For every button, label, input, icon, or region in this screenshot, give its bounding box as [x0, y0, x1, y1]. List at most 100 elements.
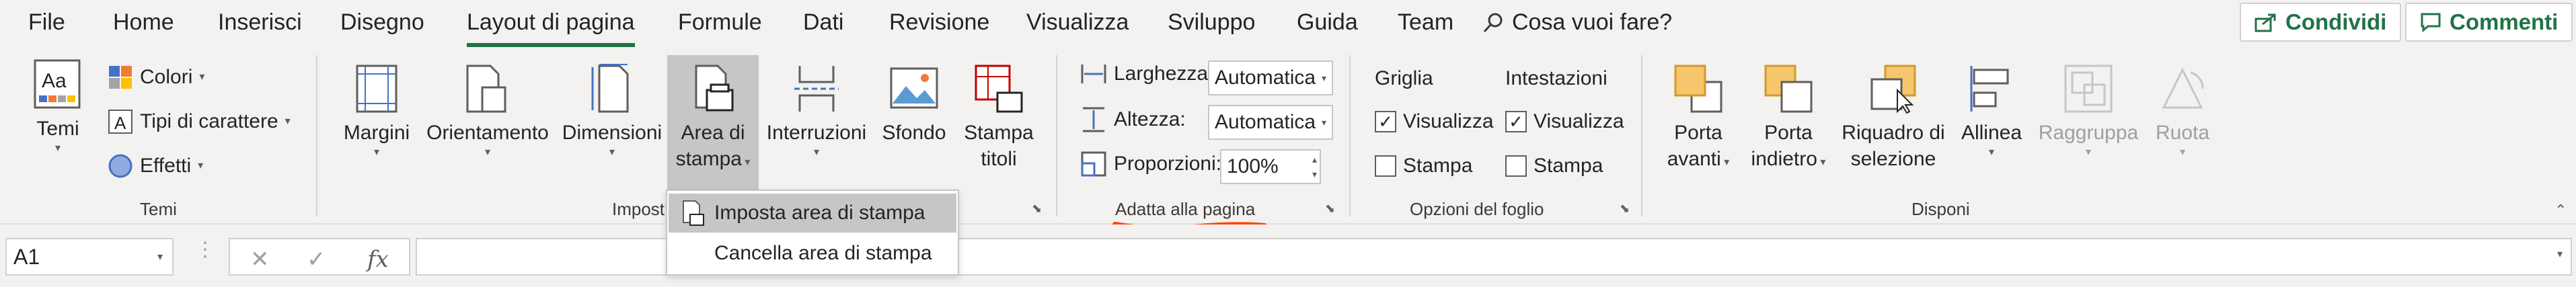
porta-indietro-button[interactable]: Porta indietro ▾: [1745, 63, 1832, 175]
area-stampa-label-2: stampa: [675, 148, 742, 170]
interruzioni-button[interactable]: Interruzioni ▾: [763, 63, 870, 159]
tab-disegno[interactable]: Disegno: [340, 9, 424, 36]
menu-item-imposta-area[interactable]: Imposta area di stampa: [669, 194, 956, 233]
larghezza-row: Larghezza:: [1080, 62, 1213, 86]
menu-item-cancella-area[interactable]: Cancella area di stampa: [669, 234, 956, 273]
background-image-icon: [890, 67, 938, 109]
height-icon: [1083, 107, 1104, 132]
proporzioni-row: Proporzioni:: [1080, 151, 1221, 177]
share-button[interactable]: Condividi: [2240, 3, 2402, 42]
intestazioni-stampa-checkbox[interactable]: Stampa: [1505, 155, 1603, 177]
tab-guida[interactable]: Guida: [1297, 9, 1358, 36]
group-label-opzioni: Opzioni del foglio: [1410, 199, 1544, 219]
altezza-label: Altezza:: [1114, 108, 1186, 130]
tab-revisione[interactable]: Revisione: [889, 9, 989, 36]
stampa-titoli-button[interactable]: Stampa titoli: [955, 63, 1043, 172]
chevron-down-icon: ▾: [1817, 157, 1826, 168]
name-box[interactable]: A1 ▾: [5, 238, 174, 276]
group-label-disponi: Disponi: [1911, 199, 1970, 219]
griglia-stampa-checkbox[interactable]: Stampa: [1375, 155, 1472, 177]
larghezza-value: Automatica: [1215, 67, 1316, 89]
tab-team[interactable]: Team: [1398, 9, 1453, 36]
chevron-down-icon: ▾: [1321, 116, 1326, 128]
spinner-arrows-icon[interactable]: ▴ ▾: [1312, 152, 1317, 181]
tab-home[interactable]: Home: [113, 9, 174, 36]
chevron-down-icon: ▾: [484, 147, 491, 158]
tell-me-label: Cosa vuoi fare?: [1512, 9, 1673, 35]
formula-bar: A1 ▾ ⋮ ✕ ✓ fx ▾: [0, 224, 2576, 287]
griglia-visualizza-checkbox[interactable]: ✓ Visualizza: [1375, 110, 1494, 133]
tab-formule[interactable]: Formule: [678, 9, 762, 36]
selection-pane-icon: [1870, 65, 1916, 114]
dimensioni-button[interactable]: Dimensioni ▾: [558, 63, 666, 159]
dialog-launcher-icon[interactable]: ⬊: [1325, 202, 1335, 216]
share-label: Condividi: [2285, 9, 2387, 34]
allinea-button[interactable]: Allinea ▾: [1955, 63, 2029, 159]
enter-check-icon[interactable]: ✓: [307, 246, 326, 273]
colori-button[interactable]: Colori ▾: [108, 65, 204, 90]
tab-sviluppo[interactable]: Sviluppo: [1168, 9, 1255, 36]
riquadro-selezione-button[interactable]: Riquadro di selezione: [1836, 63, 1950, 172]
proporzioni-spinner[interactable]: 100% ▴ ▾: [1220, 149, 1321, 184]
dialog-launcher-icon[interactable]: ⬊: [1620, 202, 1630, 216]
tab-layout-di-pagina[interactable]: Layout di pagina: [467, 9, 635, 36]
svg-text:A: A: [114, 113, 126, 133]
orientamento-label: Orientamento: [426, 122, 549, 144]
raggruppa-button[interactable]: Raggruppa ▾: [2031, 63, 2146, 159]
tell-me-box[interactable]: Cosa vuoi fare?: [1482, 9, 1672, 36]
collapse-ribbon-icon[interactable]: ⌃: [2554, 202, 2567, 219]
chevron-down-icon: ▾: [199, 71, 205, 83]
menu-item-imposta-label: Imposta area di stampa: [714, 202, 925, 224]
tipi-carattere-label: Tipi di carattere: [140, 110, 278, 132]
tab-file[interactable]: File: [28, 9, 65, 36]
ruota-button[interactable]: Ruota ▾: [2146, 63, 2220, 159]
sfondo-label: Sfondo: [882, 122, 946, 144]
riquadro-label-1: Riquadro di: [1842, 122, 1945, 144]
tab-visualizza[interactable]: Visualizza: [1026, 9, 1129, 36]
griglia-stampa-label: Stampa: [1403, 155, 1473, 177]
area-stampa-button[interactable]: Area di stampa ▾: [667, 63, 759, 175]
sfondo-button[interactable]: Sfondo: [877, 63, 951, 146]
chevron-down-icon[interactable]: ▾: [2557, 247, 2563, 261]
cancel-icon[interactable]: ✕: [250, 246, 270, 273]
share-icon: [2255, 13, 2276, 32]
dialog-launcher-icon[interactable]: ⬊: [1032, 202, 1042, 216]
chevron-down-icon: ▾: [2085, 147, 2092, 158]
chevron-down-icon: ▾: [373, 147, 380, 158]
proporzioni-value: 100%: [1227, 155, 1279, 177]
checkbox-empty-icon: [1375, 155, 1396, 177]
tab-inserisci[interactable]: Inserisci: [218, 9, 302, 36]
porta-indietro-label-2: indietro: [1751, 148, 1817, 170]
comments-button[interactable]: Commenti: [2405, 3, 2573, 42]
raggruppa-label: Raggruppa: [2038, 122, 2139, 144]
comments-label: Commenti: [2450, 9, 2559, 34]
effetti-button[interactable]: Effetti ▾: [108, 153, 203, 179]
group-label-imposta: Impost: [612, 199, 665, 219]
colori-label: Colori: [140, 66, 193, 88]
riquadro-label-2: selezione: [1850, 148, 1936, 170]
checkmark-icon: ✓: [1375, 111, 1396, 132]
larghezza-label: Larghezza:: [1114, 63, 1214, 85]
altezza-select[interactable]: Automatica ▾: [1208, 105, 1333, 140]
proporzioni-label: Proporzioni:: [1114, 153, 1222, 175]
chevron-down-icon: ▾: [2179, 147, 2186, 158]
margini-button[interactable]: Margini ▾: [336, 63, 417, 159]
more-options-icon[interactable]: ⋮: [195, 238, 215, 261]
chevron-down-icon: ▾: [198, 160, 204, 171]
tipi-carattere-button[interactable]: A Tipi di carattere ▾: [108, 109, 291, 134]
area-stampa-label-1: Area di: [681, 122, 745, 144]
porta-avanti-button[interactable]: Porta avanti ▾: [1661, 63, 1735, 175]
intestazioni-visualizza-label: Visualizza: [1533, 110, 1624, 132]
larghezza-select[interactable]: Automatica ▾: [1208, 60, 1333, 95]
effects-icon: [108, 154, 132, 178]
chevron-down-icon: ▾: [1988, 147, 1995, 158]
orientamento-button[interactable]: Orientamento ▾: [424, 63, 552, 159]
tab-dati[interactable]: Dati: [803, 9, 843, 36]
intestazioni-visualizza-checkbox[interactable]: ✓ Visualizza: [1505, 110, 1624, 133]
formula-buttons: ✕ ✓ fx: [229, 238, 410, 276]
print-area-dropdown: Imposta area di stampa Cancella area di …: [666, 190, 959, 276]
insert-function-icon[interactable]: fx: [367, 246, 389, 273]
temi-button[interactable]: Aa Temi ▾: [24, 56, 91, 155]
group-separator: [1641, 55, 1642, 216]
group-separator: [1056, 55, 1057, 216]
